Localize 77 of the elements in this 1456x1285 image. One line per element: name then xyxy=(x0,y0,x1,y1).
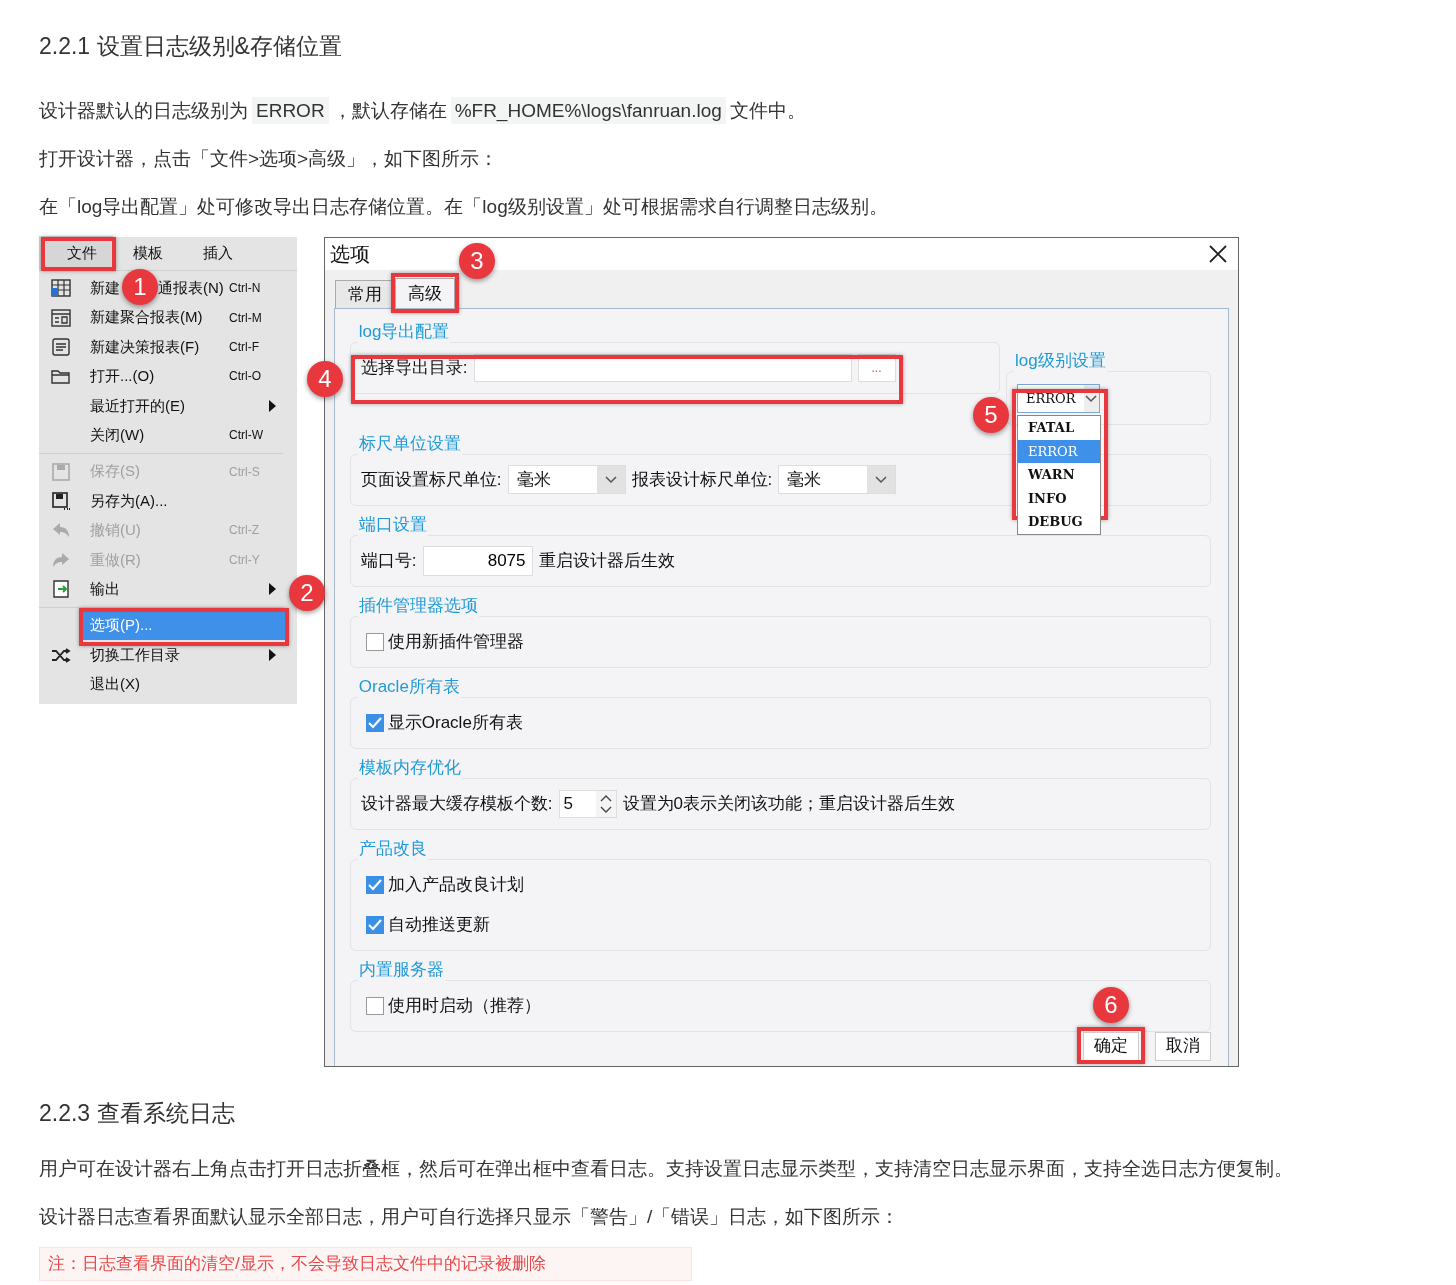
section-heading: 2.2.1 设置日志级别&存储位置 xyxy=(39,33,343,61)
dropdown[interactable]: 毫米 xyxy=(778,465,897,495)
checkbox-label: 自动推送更新 xyxy=(387,913,490,936)
field-label: 页面设置标尺单位: xyxy=(360,468,502,491)
checkbox-label: 使用时启动（推荐） xyxy=(387,994,541,1017)
checkbox[interactable] xyxy=(365,996,384,1015)
highlight-frame xyxy=(1077,1026,1145,1064)
menu-item[interactable]: 切换工作目录 xyxy=(83,640,286,670)
field-label: 设计器最大缓存模板个数: xyxy=(360,792,553,815)
dialog-title: 选项 xyxy=(329,241,370,267)
menu-item[interactable]: 另存为(A)... xyxy=(83,486,286,516)
shuffle-icon xyxy=(51,645,71,664)
caret-icon xyxy=(1085,394,1098,403)
group-legend: Oracle所有表 xyxy=(357,675,461,698)
submenu-arrow-icon xyxy=(269,399,276,412)
group-legend: log导出配置 xyxy=(357,320,451,343)
group-legend: 插件管理器选项 xyxy=(357,594,479,617)
menu-item[interactable]: 新建决策报表(F) Ctrl-F xyxy=(83,332,286,362)
checkbox[interactable] xyxy=(365,875,384,894)
note-box: 注：日志查看界面的清空/显示，不会导致日志文件中的记录被删除 xyxy=(39,1247,692,1281)
paragraph: 在「log导出配置」处可修改导出日志存储位置。在「log级别设置」处可根据需求自行调整日志级别。 xyxy=(39,194,889,219)
field-label: 重启设计器后生效 xyxy=(538,549,675,572)
group-legend: 内置服务器 xyxy=(357,958,445,981)
menu-item[interactable]: 新建聚合报表(M) Ctrl-M xyxy=(83,303,286,333)
floppy-icon xyxy=(51,492,71,510)
folder-icon xyxy=(51,367,71,386)
table-icon xyxy=(51,308,71,327)
menu-item[interactable]: 最近打开的(E) xyxy=(83,391,286,421)
step-badge: 2 xyxy=(289,574,325,611)
group-legend: 端口设置 xyxy=(357,513,428,536)
close-icon[interactable] xyxy=(1208,243,1228,264)
checkbox[interactable] xyxy=(365,713,384,732)
dialog-button[interactable]: 取消 xyxy=(1155,1031,1211,1061)
right-arrow-icon xyxy=(51,550,71,569)
paragraph: 设计器日志查看界面默认显示全部日志，用户可自行选择只显示「警告」/「错误」日志，如下图所示： xyxy=(39,1205,901,1230)
menu-item[interactable]: 关闭(W) Ctrl-W xyxy=(83,420,286,450)
checkbox-label: 显示Oracle所有表 xyxy=(387,711,523,734)
menu-item[interactable]: 退出(X) xyxy=(83,669,286,699)
dialog-button[interactable]: 确定 xyxy=(1083,1031,1139,1061)
input-field[interactable]: 8075 xyxy=(422,545,533,576)
step-badge: 4 xyxy=(307,360,343,397)
group-legend: 模板内存优化 xyxy=(357,756,462,779)
paragraph: 用户可在设计器右上角点击打开日志折叠框，然后可在弹出框中查看日志。支持设置日志显示类型，支持清空日志显示界面，支持全选日志方便复制。 xyxy=(39,1157,1294,1182)
checkbox[interactable] xyxy=(365,915,384,934)
caret-icon xyxy=(875,475,888,484)
field-label: 端口号: xyxy=(360,549,417,572)
checkbox-label: 使用新插件管理器 xyxy=(387,630,524,653)
dropdown-option[interactable]: DEBUG xyxy=(1018,510,1100,534)
dropdown-option[interactable]: INFO xyxy=(1018,486,1100,511)
grid-icon xyxy=(51,279,71,298)
submenu-arrow-icon xyxy=(269,583,276,596)
spinner-field[interactable]: 5 xyxy=(558,789,617,818)
dropdown[interactable]: 毫米 xyxy=(507,465,626,495)
dropdown-option[interactable]: FATAL xyxy=(1018,416,1100,440)
floppy-icon xyxy=(51,462,71,481)
caret-icon xyxy=(604,475,617,484)
field-label: 选择导出目录: xyxy=(360,356,468,379)
group-legend: log级别设置 xyxy=(1014,349,1107,372)
menu-item[interactable]: 输出 xyxy=(83,574,286,604)
field-label: 报表设计标尺单位: xyxy=(631,468,773,491)
menu-bar-item[interactable]: 插入 xyxy=(183,236,253,271)
highlight-frame xyxy=(391,272,459,313)
step-badge: 1 xyxy=(122,268,158,305)
section-heading: 2.2.3 查看系统日志 xyxy=(39,1099,236,1128)
menu-bar-item[interactable]: 模板 xyxy=(113,236,183,271)
dropdown-option[interactable]: WARN xyxy=(1018,463,1100,487)
document-icon xyxy=(51,338,71,357)
group-legend: 产品改良 xyxy=(357,837,428,860)
field-label: 设置为0表示关闭该功能；重启设计器后生效 xyxy=(622,792,955,815)
paragraph: 打开设计器，点击「文件>选项>高级」，如下图所示： xyxy=(39,146,500,171)
submenu-arrow-icon xyxy=(269,648,276,661)
group-legend: 标尺单位设置 xyxy=(357,432,462,455)
menu-item[interactable]: 打开...(O) Ctrl-O xyxy=(83,361,286,391)
tab[interactable]: 高级 xyxy=(394,277,455,308)
checkbox-label: 加入产品改良计划 xyxy=(387,873,524,896)
checkbox[interactable] xyxy=(365,632,384,651)
paragraph: 设计器默认的日志级别为 ERROR ，默认存储在 %FR_HOME%\logs\fanruan.log 文件中。 xyxy=(39,86,1417,135)
